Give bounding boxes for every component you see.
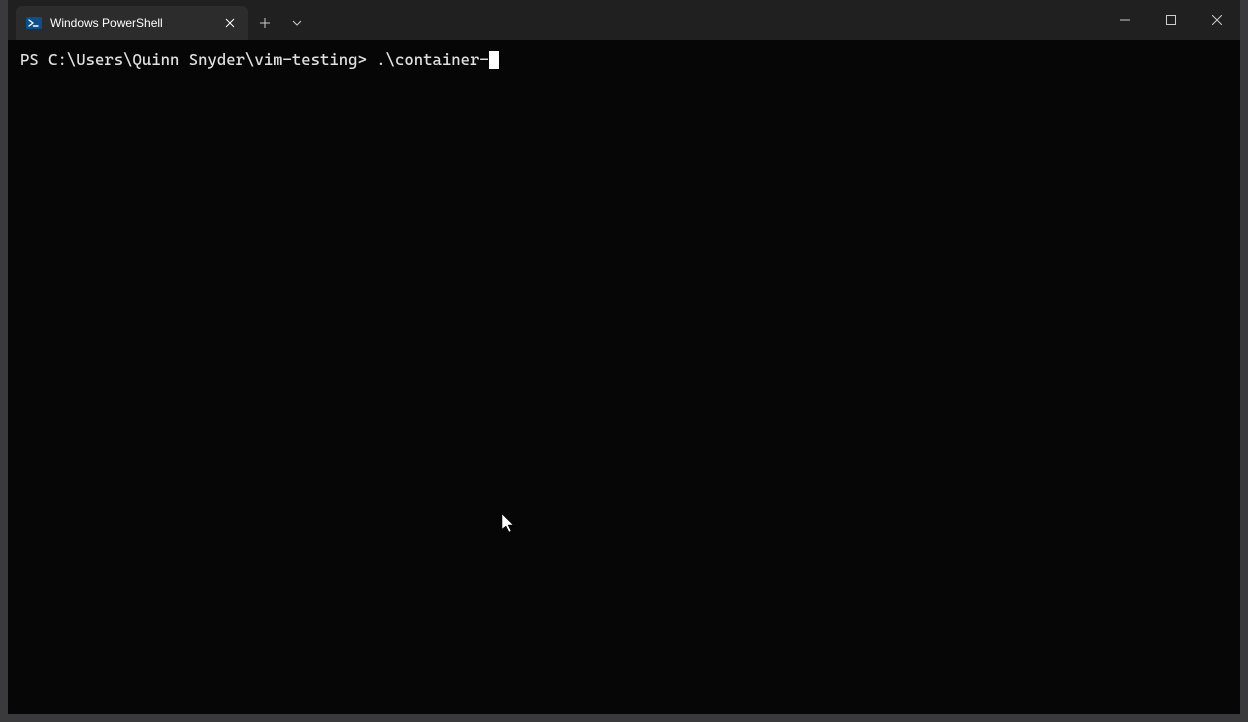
text-cursor: [489, 51, 499, 69]
terminal-window: Windows PowerShell: [8, 0, 1240, 714]
titlebar: Windows PowerShell: [8, 0, 1240, 40]
tab-close-button[interactable]: [222, 15, 238, 31]
tab-controls: [248, 6, 312, 40]
terminal-body[interactable]: PS C:\Users\Quinn Snyder\vim-testing> .\…: [8, 40, 1240, 714]
command-input-text: .\container-: [376, 50, 489, 71]
new-tab-button[interactable]: [250, 8, 280, 38]
maximize-button[interactable]: [1148, 0, 1194, 40]
minimize-button[interactable]: [1102, 0, 1148, 40]
window-controls: [1102, 0, 1240, 40]
terminal-line: PS C:\Users\Quinn Snyder\vim-testing> .\…: [20, 50, 1228, 71]
titlebar-left: Windows PowerShell: [8, 0, 312, 40]
tab-title: Windows PowerShell: [50, 16, 222, 30]
powershell-icon: [26, 15, 42, 31]
tabs-dropdown-button[interactable]: [282, 8, 312, 38]
mouse-cursor-icon: [502, 514, 516, 540]
tab-powershell[interactable]: Windows PowerShell: [16, 6, 248, 40]
close-window-button[interactable]: [1194, 0, 1240, 40]
prompt-text: PS C:\Users\Quinn Snyder\vim-testing>: [20, 50, 376, 71]
